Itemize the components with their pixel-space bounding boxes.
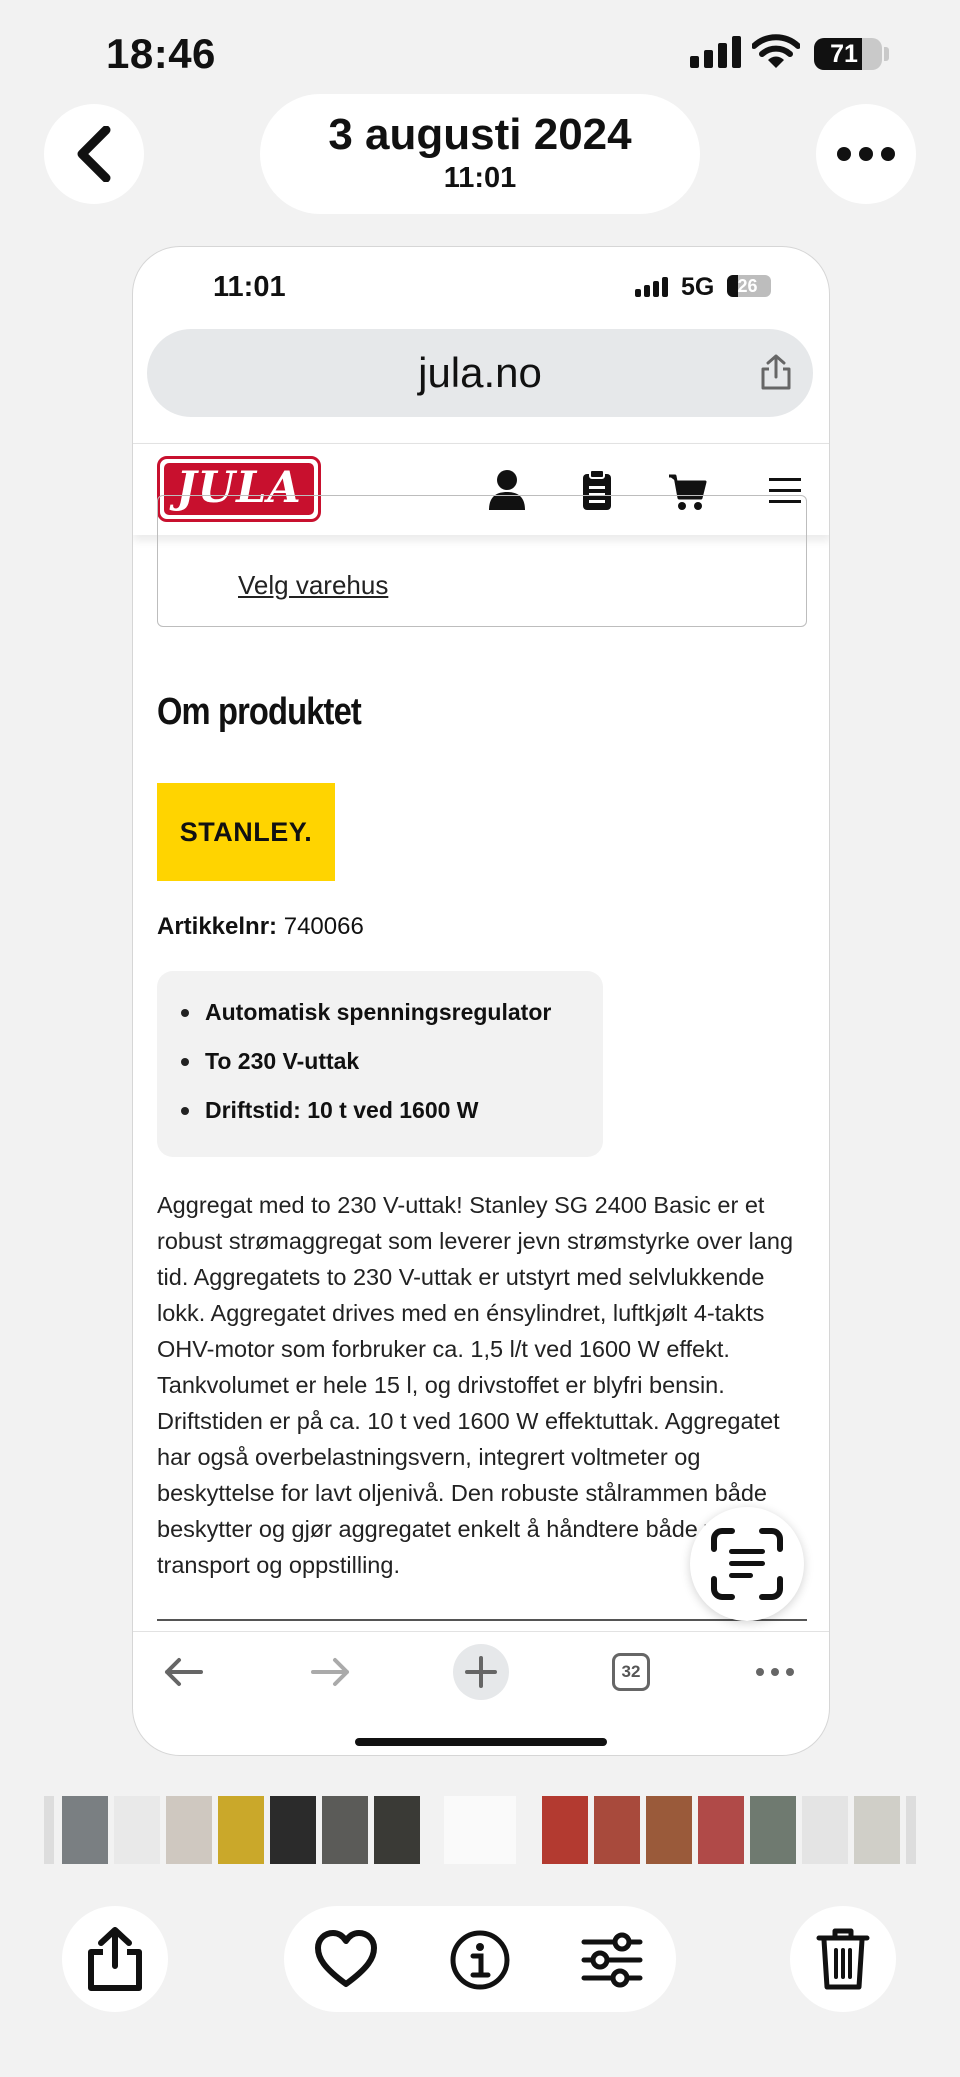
thumbnail-strip[interactable]	[44, 1796, 916, 1864]
thumbnail[interactable]	[594, 1796, 640, 1864]
photo-actions	[284, 1906, 676, 2012]
page-content: Velg varehus Om produktet STANLEY. Artik…	[133, 495, 829, 1625]
address-bar[interactable]: jula.no	[147, 329, 813, 417]
thumbnail[interactable]	[542, 1796, 588, 1864]
feature-list: Automatisk spenningsregulator To 230 V-u…	[157, 971, 603, 1157]
photo-time: 11:01	[443, 162, 517, 194]
brand-logo-text: STANLEY.	[179, 817, 313, 847]
photo-date-header: 3 augusti 2024 11:01	[260, 94, 700, 214]
inner-network-label: 5G	[681, 273, 715, 301]
plus-icon	[465, 1656, 497, 1688]
ellipsis-icon	[756, 1668, 794, 1676]
thumbnail-selected[interactable]	[444, 1796, 516, 1864]
inner-battery-level: 26	[737, 276, 758, 296]
photo-date: 3 augusti 2024	[328, 110, 632, 159]
more-options-button[interactable]	[816, 104, 916, 204]
share-icon	[88, 1927, 142, 1991]
share-button[interactable]	[62, 1906, 168, 2012]
thumbnail[interactable]	[646, 1796, 692, 1864]
thumbnail[interactable]	[906, 1796, 916, 1864]
share-icon[interactable]	[759, 353, 793, 391]
home-indicator	[355, 1738, 607, 1746]
thumbnail[interactable]	[854, 1796, 900, 1864]
url-text: jula.no	[418, 349, 542, 396]
browser-forward-button[interactable]	[303, 1644, 359, 1700]
cellular-signal-icon	[690, 36, 741, 68]
select-store-link[interactable]: Velg varehus	[238, 570, 388, 601]
info-icon[interactable]	[448, 1928, 512, 1992]
thumbnail[interactable]	[62, 1796, 108, 1864]
arrow-left-icon	[165, 1658, 203, 1686]
chevron-left-icon	[77, 126, 111, 182]
inner-signal-icon	[635, 277, 668, 297]
article-number-line: Artikkelnr: 740066	[157, 913, 364, 941]
live-text-icon	[711, 1528, 783, 1600]
thumbnail[interactable]	[802, 1796, 848, 1864]
thumbnail[interactable]	[374, 1796, 420, 1864]
wifi-icon	[752, 34, 800, 68]
status-time: 18:46	[106, 30, 216, 77]
new-tab-button[interactable]	[453, 1644, 509, 1700]
trash-icon	[816, 1928, 870, 1990]
divider	[157, 1619, 807, 1621]
back-button[interactable]	[44, 104, 144, 204]
live-text-button[interactable]	[690, 1507, 804, 1621]
thumbnail[interactable]	[218, 1796, 264, 1864]
stanley-brand-logo[interactable]: STANLEY.	[157, 783, 335, 881]
thumbnail[interactable]	[166, 1796, 212, 1864]
screenshot-frame: 11:01 5G 26 jula.no JULA Velg varehus Om…	[132, 246, 830, 1756]
article-number: 740066	[283, 913, 364, 940]
browser-toolbar: 32	[133, 1631, 829, 1709]
tabs-button[interactable]: 32	[603, 1644, 659, 1700]
delete-button[interactable]	[790, 1906, 896, 2012]
section-title: Om produktet	[157, 691, 362, 733]
store-selector: Velg varehus	[157, 495, 807, 627]
arrow-right-icon	[311, 1658, 349, 1686]
battery-level: 71	[830, 40, 858, 68]
inner-battery-icon: 26	[727, 275, 771, 297]
feature-item: Automatisk spenningsregulator	[181, 999, 603, 1026]
sliders-icon[interactable]	[580, 1928, 644, 1992]
thumbnail[interactable]	[698, 1796, 744, 1864]
thumbnail[interactable]	[270, 1796, 316, 1864]
ellipsis-icon	[837, 147, 895, 161]
battery-icon: 71	[814, 38, 882, 70]
heart-icon[interactable]	[314, 1928, 378, 1992]
feature-item: Driftstid: 10 t ved 1600 W	[181, 1097, 603, 1124]
thumbnail[interactable]	[114, 1796, 160, 1864]
article-number-label: Artikkelnr:	[157, 913, 278, 940]
feature-item: To 230 V-uttak	[181, 1048, 603, 1075]
thumbnail[interactable]	[44, 1796, 54, 1864]
tab-count: 32	[612, 1653, 650, 1691]
browser-menu-button[interactable]	[747, 1644, 803, 1700]
battery-tip	[884, 47, 889, 61]
inner-status-time: 11:01	[213, 271, 286, 303]
thumbnail[interactable]	[322, 1796, 368, 1864]
thumbnail[interactable]	[750, 1796, 796, 1864]
browser-back-button[interactable]	[155, 1644, 211, 1700]
